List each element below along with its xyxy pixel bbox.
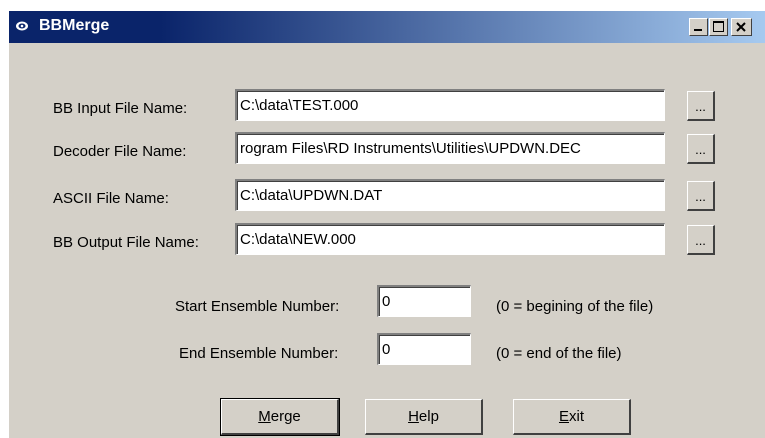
exit-label-rest: xit [569,408,584,425]
ascii-label: ASCII File Name: [53,190,169,207]
start-ensemble-value: 0 [382,293,391,310]
bb-input-browse-button[interactable]: ... [687,91,715,121]
end-ensemble-input[interactable]: 0 [377,333,471,365]
help-label-rest: elp [418,408,439,425]
close-button[interactable] [731,18,752,36]
help-button[interactable]: Help [365,399,483,435]
ascii-value: C:\data\UPDWN.DAT [240,187,383,204]
exit-button[interactable]: Exit [513,399,631,435]
bb-output-browse-button[interactable]: ... [687,225,715,255]
start-ensemble-label: Start Ensemble Number: [175,298,340,315]
app-icon [16,21,28,31]
end-ensemble-value: 0 [382,341,391,358]
maximize-icon [713,21,724,32]
title-bar[interactable]: BBMerge [9,11,765,43]
start-ensemble-hint: (0 = begining of the file) [496,298,654,315]
decoder-label: Decoder File Name: [53,143,187,160]
decoder-value: rogram Files\RD Instruments\Utilities\UP… [240,140,581,157]
ascii-field[interactable]: C:\data\UPDWN.DAT [235,179,665,211]
bb-input-field[interactable]: C:\data\TEST.000 [235,89,665,121]
start-ensemble-input[interactable]: 0 [377,285,471,317]
bb-output-value: C:\data\NEW.000 [240,231,356,248]
close-icon [736,22,746,32]
merge-label-rest: erge [270,408,301,425]
exit-mnemonic: E [558,408,569,425]
bbmerge-window: BBMerge BB Input File Name: C:\data\TEST… [8,10,765,438]
maximize-button[interactable] [709,18,728,36]
bb-input-label: BB Input File Name: [53,100,188,117]
bb-input-value: C:\data\TEST.000 [240,97,359,114]
bb-output-label: BB Output File Name: [53,234,199,251]
merge-mnemonic: M [258,408,271,425]
ascii-browse-button[interactable]: ... [687,181,715,211]
decoder-browse-button[interactable]: ... [687,134,715,164]
window-title: BBMerge [39,17,110,34]
merge-button[interactable]: Merge [220,398,340,436]
minimize-button[interactable] [689,18,708,36]
minimize-icon [694,29,702,31]
end-ensemble-label: End Ensemble Number: [179,345,339,362]
decoder-field[interactable]: rogram Files\RD Instruments\Utilities\UP… [235,132,665,164]
help-mnemonic: H [408,408,419,425]
bb-output-field[interactable]: C:\data\NEW.000 [235,223,665,255]
end-ensemble-hint: (0 = end of the file) [496,345,622,362]
